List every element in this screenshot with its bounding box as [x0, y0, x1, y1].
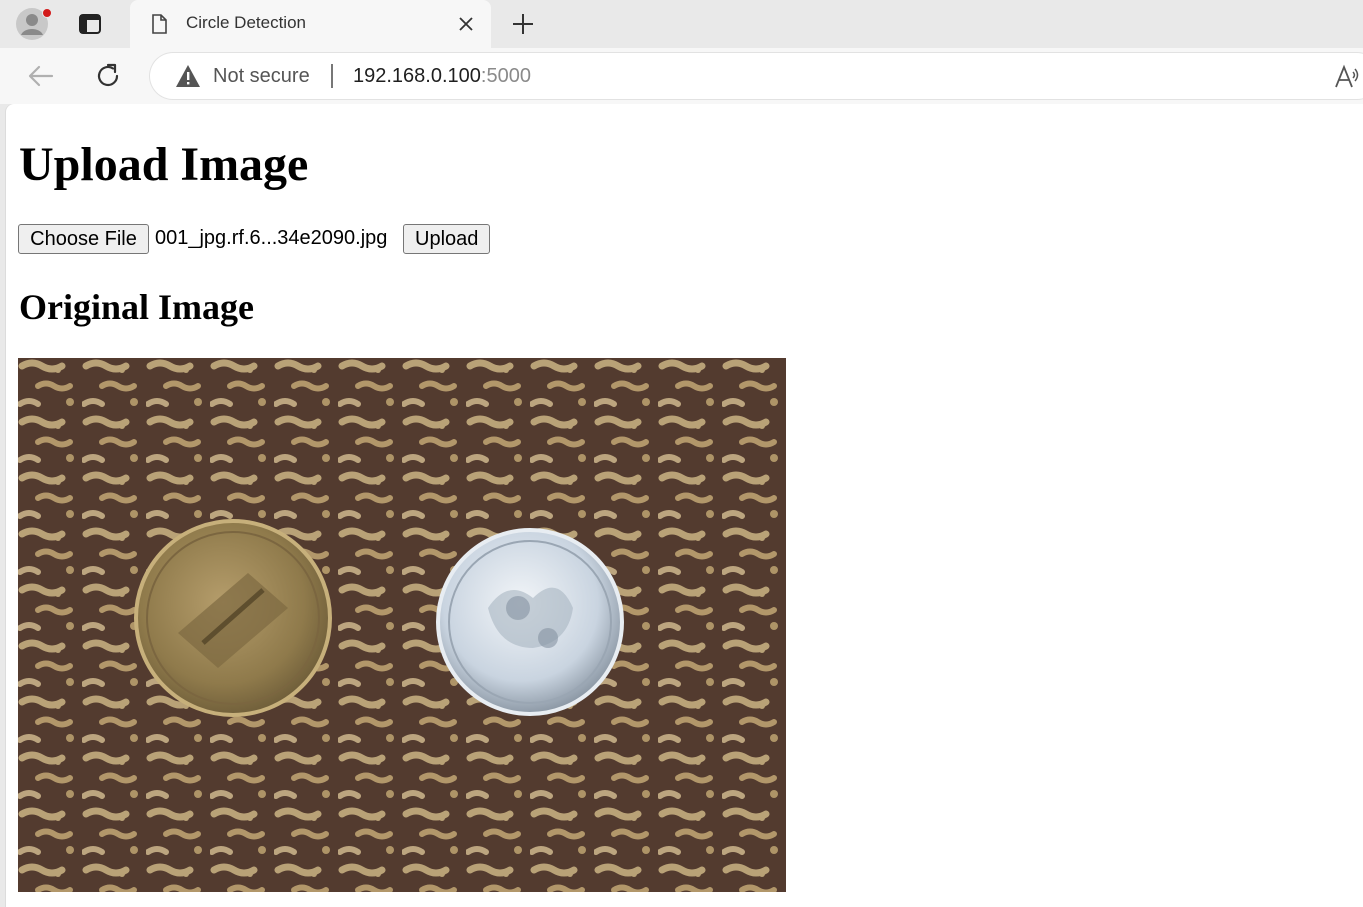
close-icon[interactable] [456, 14, 476, 34]
url-port: :5000 [480, 65, 531, 87]
tab-actions-button[interactable] [76, 10, 104, 38]
url-text[interactable]: 192.168.0.100:5000 [353, 65, 531, 88]
original-image [18, 358, 786, 892]
tab-actions-icon [79, 14, 101, 34]
upload-button[interactable]: Upload [403, 224, 490, 254]
section-title: Original Image [19, 287, 254, 327]
tab-title: Circle Detection [186, 13, 306, 32]
read-aloud-icon[interactable] [1334, 64, 1360, 90]
browser-toolbar: Not secure 192.168.0.100:5000 [0, 48, 1363, 104]
notification-dot [42, 8, 52, 18]
address-divider [331, 64, 333, 88]
page-content: Upload Image Choose File 001_jpg.rf.6...… [6, 104, 1363, 907]
address-bar[interactable]: Not secure 192.168.0.100:5000 [150, 53, 1363, 99]
reload-icon[interactable] [93, 61, 123, 91]
page-title: Upload Image [19, 138, 309, 191]
tab-strip: Circle Detection [0, 0, 1363, 48]
page-icon [152, 14, 167, 34]
choose-file-button[interactable]: Choose File [18, 224, 149, 254]
selected-file-name: 001_jpg.rf.6...34e2090.jpg [155, 227, 388, 249]
url-host: 192.168.0.100 [353, 65, 481, 87]
warning-icon[interactable] [175, 64, 201, 88]
profile-button[interactable] [16, 8, 52, 40]
active-tab[interactable]: Circle Detection [130, 0, 491, 48]
security-label[interactable]: Not secure [213, 65, 310, 88]
back-arrow-icon[interactable] [26, 62, 56, 90]
plus-icon[interactable] [510, 11, 536, 37]
